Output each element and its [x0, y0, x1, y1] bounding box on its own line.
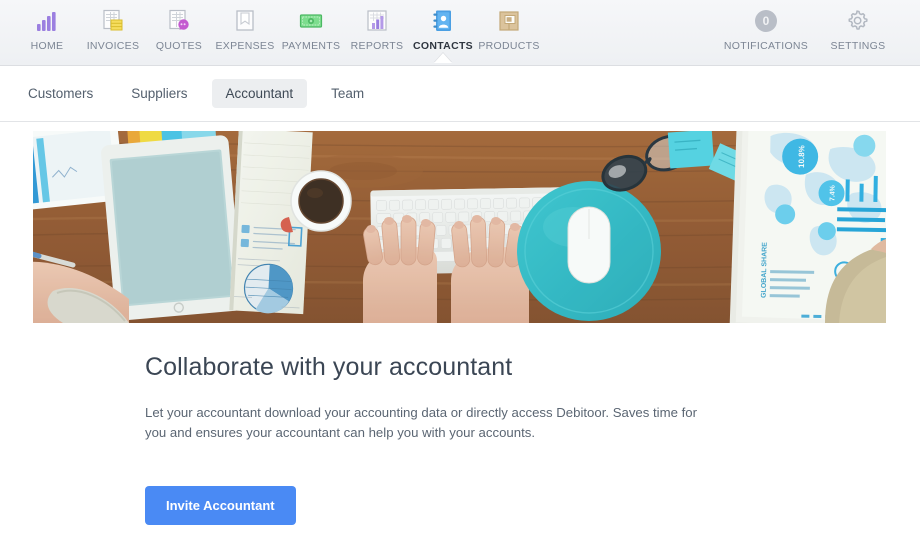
- active-tab-caret-icon: [434, 53, 452, 63]
- nav-label-expenses: EXPENSES: [215, 40, 275, 52]
- subtab-team[interactable]: Team: [317, 79, 378, 108]
- nav-item-notifications[interactable]: 0 NOTIFICATIONS: [720, 0, 812, 52]
- top-navigation-bar: HOME INVOICES QUOTES EXPENSES PAYMENTS R…: [0, 0, 920, 66]
- invoice-icon: [100, 8, 126, 34]
- hero-desk-photo: 10.8% 7.4% GLOBAL SHARE: [33, 131, 886, 323]
- accountant-empty-state: Collaborate with your accountant Let you…: [0, 323, 920, 525]
- banknote-icon: [298, 8, 324, 34]
- nav-label-quotes: QUOTES: [155, 40, 203, 52]
- top-nav-secondary-group: 0 NOTIFICATIONS SETTINGS: [720, 0, 920, 52]
- subtab-accountant[interactable]: Accountant: [211, 79, 308, 108]
- contacts-subnav: Customers Suppliers Accountant Team: [0, 66, 920, 122]
- nav-item-invoices[interactable]: INVOICES: [80, 0, 146, 52]
- nav-item-expenses[interactable]: EXPENSES: [212, 0, 278, 52]
- quote-icon: [166, 8, 192, 34]
- address-book-icon: [430, 8, 456, 34]
- subtab-suppliers[interactable]: Suppliers: [117, 79, 201, 108]
- notifications-badge-icon: 0: [753, 8, 779, 34]
- nav-label-settings: SETTINGS: [830, 40, 886, 52]
- nav-item-products[interactable]: PRODUCTS: [476, 0, 542, 52]
- nav-label-home: HOME: [30, 40, 64, 52]
- nav-item-contacts[interactable]: CONTACTS: [410, 0, 476, 63]
- nav-label-products: PRODUCTS: [478, 40, 540, 52]
- package-icon: [496, 8, 522, 34]
- bar-chart-icon: [34, 8, 60, 34]
- nav-label-reports: REPORTS: [350, 40, 404, 52]
- hero-image-container: 10.8% 7.4% GLOBAL SHARE: [0, 122, 920, 323]
- notifications-count: 0: [755, 10, 777, 32]
- nav-item-home[interactable]: HOME: [14, 0, 80, 52]
- nav-item-settings[interactable]: SETTINGS: [812, 0, 904, 52]
- nav-label-invoices: INVOICES: [86, 40, 140, 52]
- report-icon: [364, 8, 390, 34]
- nav-item-reports[interactable]: REPORTS: [344, 0, 410, 52]
- invite-accountant-button[interactable]: Invite Accountant: [145, 486, 296, 525]
- nav-label-contacts: CONTACTS: [413, 40, 473, 52]
- nav-label-notifications: NOTIFICATIONS: [723, 40, 809, 52]
- top-nav-primary-group: HOME INVOICES QUOTES EXPENSES PAYMENTS R…: [0, 0, 542, 63]
- expense-icon: [232, 8, 258, 34]
- gear-icon: [845, 8, 871, 34]
- nav-item-quotes[interactable]: QUOTES: [146, 0, 212, 52]
- page-title: Collaborate with your accountant: [145, 353, 513, 381]
- nav-item-payments[interactable]: PAYMENTS: [278, 0, 344, 52]
- nav-label-payments: PAYMENTS: [281, 40, 341, 52]
- page-description: Let your accountant download your accoun…: [145, 405, 697, 440]
- subtab-customers[interactable]: Customers: [14, 79, 107, 108]
